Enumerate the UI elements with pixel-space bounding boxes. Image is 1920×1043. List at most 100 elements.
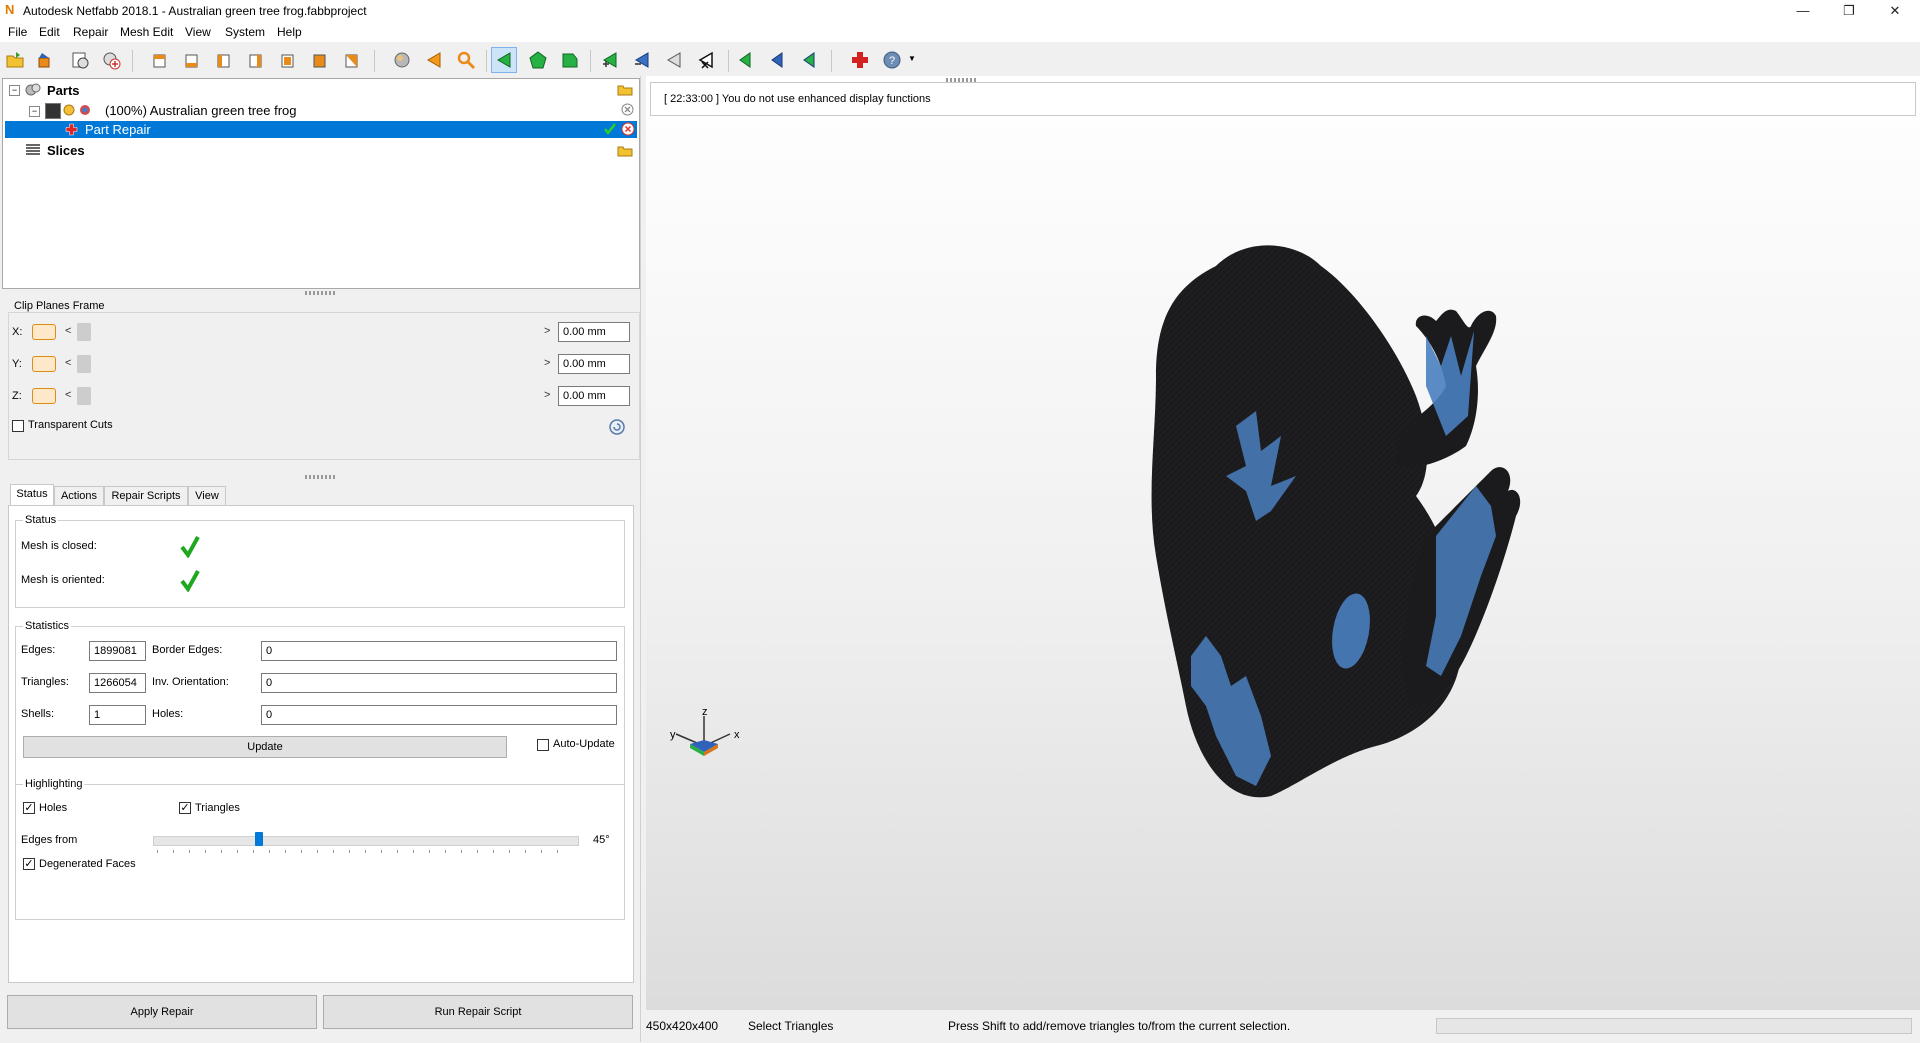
- tab-repair-scripts[interactable]: Repair Scripts: [104, 486, 188, 506]
- axis-z-label: z: [702, 706, 708, 718]
- delete-triangle-icon[interactable]: [696, 50, 716, 70]
- clip-x-right-arrow[interactable]: >: [544, 325, 550, 337]
- update-button[interactable]: Update: [23, 736, 507, 758]
- triangle-select-icon[interactable]: [424, 50, 444, 70]
- view-front-icon[interactable]: [150, 50, 170, 70]
- visibility-icon[interactable]: [63, 104, 75, 116]
- clip-x-input[interactable]: 0.00 mm: [558, 322, 630, 342]
- open-folder-icon[interactable]: [5, 50, 25, 70]
- menu-help[interactable]: Help: [277, 25, 302, 39]
- tab-bar: Status Actions Repair Scripts View: [8, 484, 638, 506]
- tab-status[interactable]: Status: [10, 484, 54, 506]
- add-icon[interactable]: [101, 50, 121, 70]
- remove-part-icon[interactable]: [621, 103, 634, 116]
- restore-icon[interactable]: ❐: [1826, 0, 1872, 22]
- clip-y-slider[interactable]: [77, 355, 91, 373]
- tree-repair-label[interactable]: Part Repair: [85, 122, 151, 137]
- holes-checkbox[interactable]: ✓: [23, 802, 35, 814]
- auto-update-checkbox[interactable]: [537, 739, 549, 751]
- zoom-icon[interactable]: [456, 50, 476, 70]
- add-part-icon[interactable]: [36, 50, 56, 70]
- menu-repair[interactable]: Repair: [73, 25, 108, 39]
- clip-y-input[interactable]: 0.00 mm: [558, 354, 630, 374]
- select-triangle-icon[interactable]: [494, 50, 514, 70]
- auto-update-label: Auto-Update: [553, 738, 615, 750]
- collapse-parts-icon[interactable]: −: [9, 85, 20, 96]
- nav-triangle-blue-icon[interactable]: [767, 50, 787, 70]
- viewport-grip[interactable]: [946, 78, 976, 82]
- toolbar: ? ▼: [0, 44, 960, 76]
- help-dropdown-icon[interactable]: ▼: [908, 54, 916, 63]
- view-left-icon[interactable]: [214, 50, 234, 70]
- triangles-value: 1266054: [89, 673, 146, 693]
- remove-triangle-icon[interactable]: [632, 50, 652, 70]
- clip-y-right-arrow[interactable]: >: [544, 357, 550, 369]
- clip-z-left-arrow[interactable]: <: [65, 389, 71, 401]
- border-edges-value: 0: [261, 641, 617, 661]
- clip-x-slider[interactable]: [77, 323, 91, 341]
- tree-parts-label[interactable]: Parts: [47, 83, 80, 98]
- status-tab-content: Status Mesh is closed: Mesh is oriented:…: [8, 505, 634, 983]
- clip-z-slider[interactable]: [77, 387, 91, 405]
- tree-slices-label[interactable]: Slices: [47, 143, 85, 158]
- clip-x-toggle-icon[interactable]: [32, 324, 56, 340]
- collapse-part-icon[interactable]: −: [29, 106, 40, 117]
- holes-value: 0: [261, 705, 617, 725]
- clip-y-left-arrow[interactable]: <: [65, 357, 71, 369]
- reset-clip-icon[interactable]: [608, 418, 626, 436]
- transparent-cuts-checkbox[interactable]: [12, 420, 24, 432]
- color-icon[interactable]: [79, 104, 91, 116]
- repair-cross-icon[interactable]: [850, 50, 870, 70]
- 3d-viewport[interactable]: [ 22:33:00 ] You do not use enhanced dis…: [646, 76, 1920, 1010]
- add-triangle-icon[interactable]: [600, 50, 620, 70]
- edges-from-slider[interactable]: [153, 836, 579, 846]
- nav-triangle-mixed-icon[interactable]: [799, 50, 819, 70]
- degenerated-faces-checkbox[interactable]: ✓: [23, 858, 35, 870]
- open-folder-icon[interactable]: [617, 84, 633, 96]
- menu-edit[interactable]: Edit: [39, 25, 60, 39]
- netfabb-logo-icon: N: [5, 2, 15, 17]
- clip-z-input[interactable]: 0.00 mm: [558, 386, 630, 406]
- view-bottom-icon[interactable]: [310, 50, 330, 70]
- select-shell-icon[interactable]: [560, 50, 580, 70]
- sphere-icon[interactable]: [392, 50, 412, 70]
- view-top-icon[interactable]: [278, 50, 298, 70]
- select-surface-icon[interactable]: [528, 50, 548, 70]
- menu-system[interactable]: System: [225, 25, 265, 39]
- view-right-icon[interactable]: [246, 50, 266, 70]
- triangles-checkbox[interactable]: ✓: [179, 802, 191, 814]
- inv-orientation-label: Inv. Orientation:: [152, 676, 229, 688]
- cancel-repair-icon[interactable]: [621, 122, 635, 136]
- close-icon[interactable]: ✕: [1872, 0, 1918, 22]
- menu-mesh-edit[interactable]: Mesh Edit: [120, 25, 173, 39]
- run-repair-script-button[interactable]: Run Repair Script: [323, 995, 633, 1029]
- view-iso-icon[interactable]: [342, 50, 362, 70]
- flip-triangle-icon[interactable]: [664, 50, 684, 70]
- clip-x-left-arrow[interactable]: <: [65, 325, 71, 337]
- tree-part-label[interactable]: (100%) Australian green tree frog: [105, 103, 297, 118]
- splitter-grip[interactable]: [305, 475, 335, 479]
- clip-planes-frame: Clip Planes Frame X: < > 0.00 mm Y: < > …: [2, 296, 640, 464]
- tab-view[interactable]: View: [188, 486, 226, 506]
- view-back-icon[interactable]: [182, 50, 202, 70]
- edges-from-slider-thumb[interactable]: [255, 832, 263, 846]
- tab-actions[interactable]: Actions: [54, 486, 104, 506]
- parts-icon: [25, 83, 41, 96]
- clip-z-toggle-icon[interactable]: [32, 388, 56, 404]
- minimize-icon[interactable]: —: [1780, 0, 1826, 22]
- apply-repair-button[interactable]: Apply Repair: [7, 995, 317, 1029]
- open-folder-icon[interactable]: [617, 145, 633, 157]
- project-tree: − Parts − (100%) Australian green tree f…: [2, 78, 640, 289]
- frog-model[interactable]: [1096, 236, 1556, 876]
- menu-view[interactable]: View: [185, 25, 211, 39]
- help-icon[interactable]: ?: [882, 50, 902, 70]
- measure-icon[interactable]: [70, 50, 90, 70]
- clip-y-toggle-icon[interactable]: [32, 356, 56, 372]
- menu-file[interactable]: File: [8, 25, 27, 39]
- triangles-highlight-label: Triangles: [195, 802, 240, 814]
- shells-label: Shells:: [21, 708, 55, 720]
- nav-triangle-green-icon[interactable]: [735, 50, 755, 70]
- accept-repair-icon[interactable]: [603, 122, 617, 136]
- splitter-grip[interactable]: [305, 291, 335, 295]
- clip-z-right-arrow[interactable]: >: [544, 389, 550, 401]
